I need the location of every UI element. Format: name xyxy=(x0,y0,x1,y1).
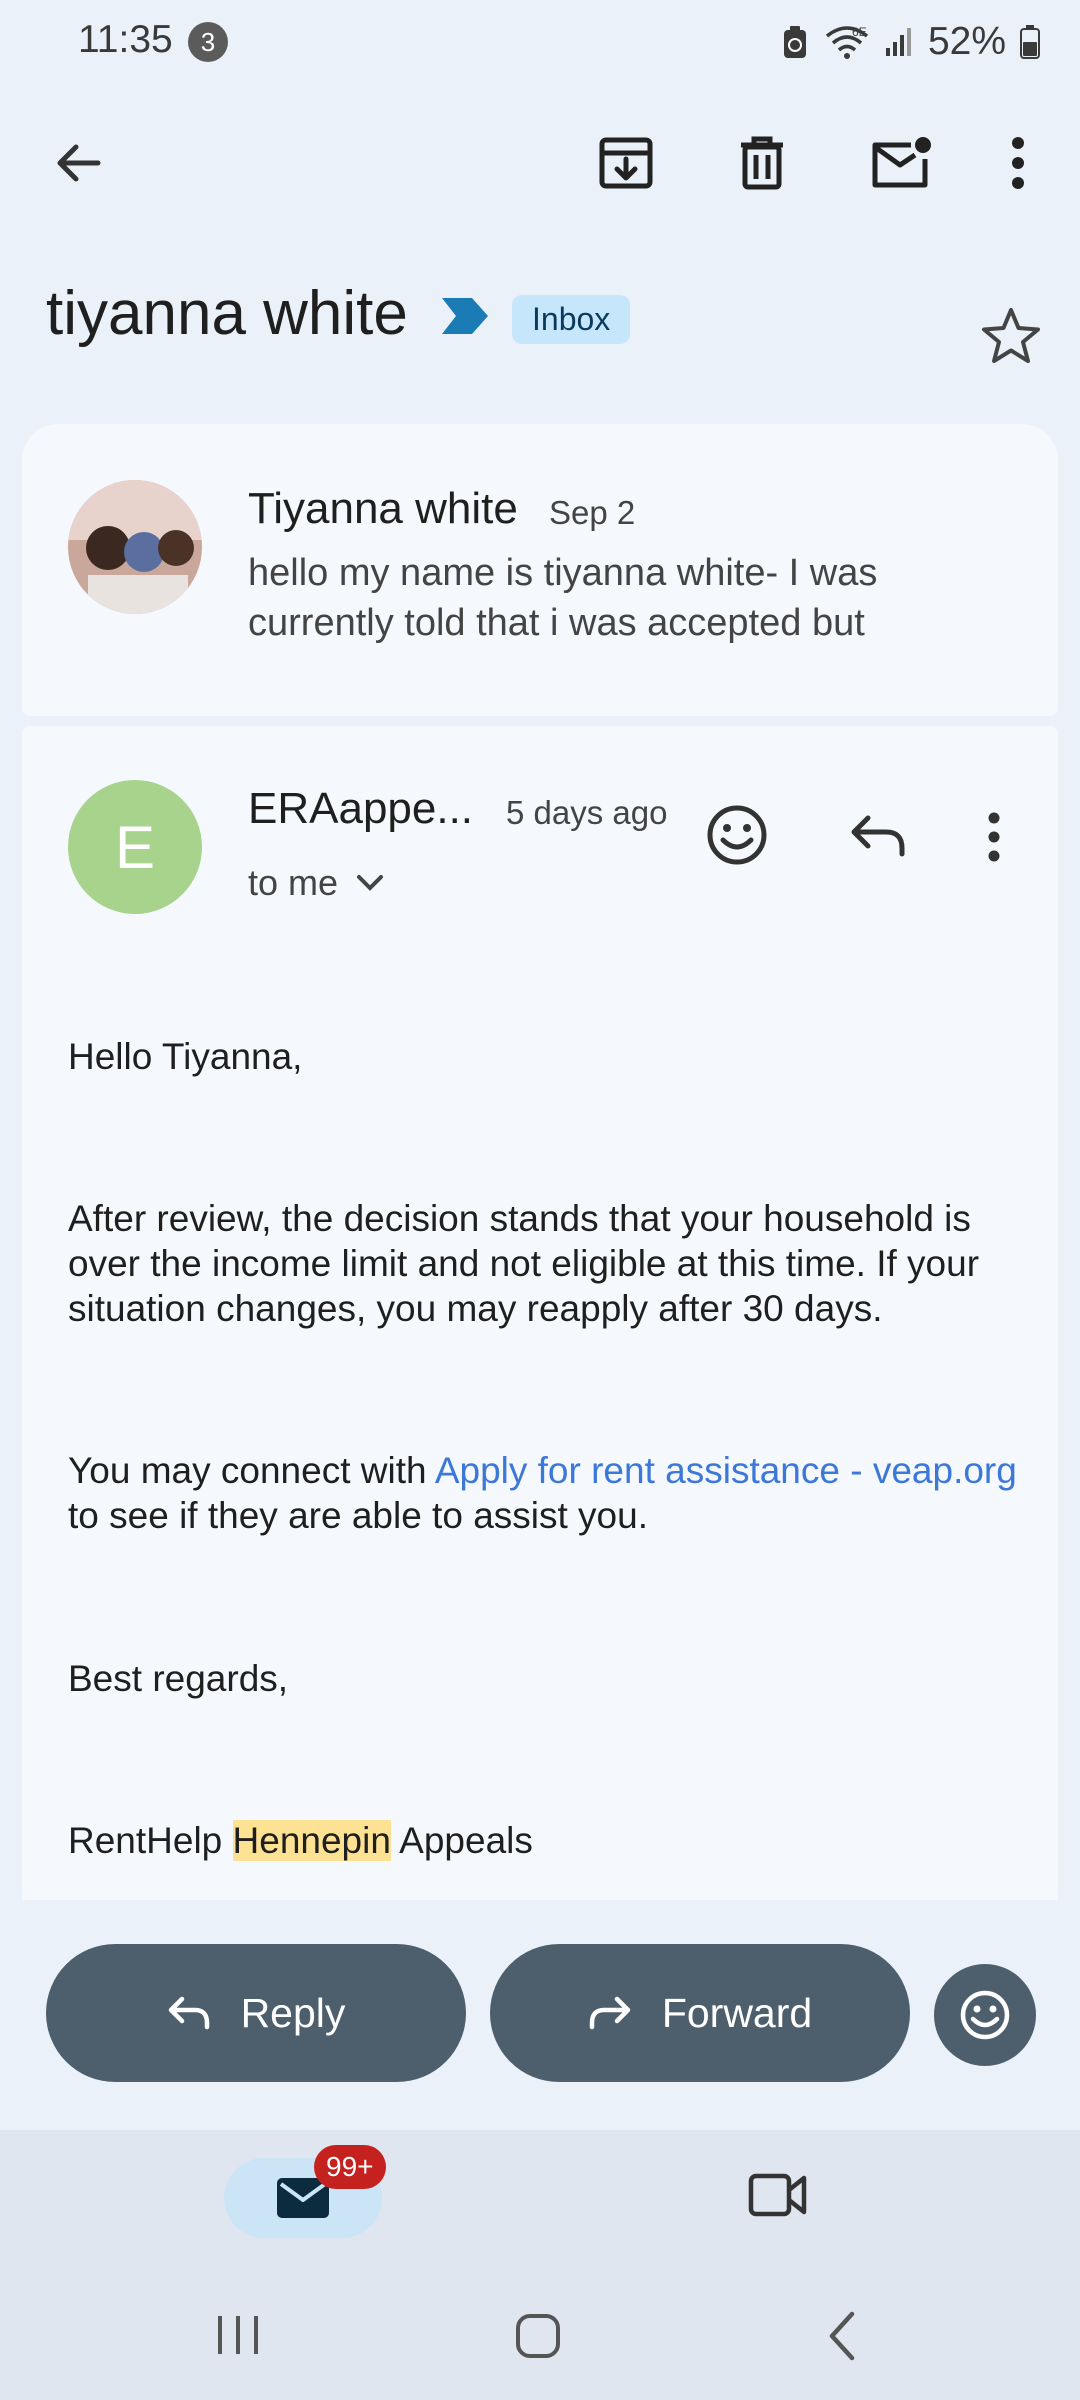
body-closing: Best regards, xyxy=(68,1658,289,1699)
recipient-details-toggle[interactable]: to me xyxy=(248,862,384,904)
star-icon xyxy=(982,308,1040,363)
video-camera-icon xyxy=(748,2173,807,2217)
delete-icon xyxy=(741,136,783,190)
referral-text-after: to see if they are able to assist you. xyxy=(68,1495,648,1536)
forward-label: Forward xyxy=(661,1989,813,2036)
react-emoji-button[interactable] xyxy=(706,804,768,871)
profile-photo-icon xyxy=(68,480,202,614)
body-paragraph-referral: You may connect with Apply for rent assi… xyxy=(68,1448,1028,1538)
reply-label: Reply xyxy=(240,1989,346,2036)
emoji-icon xyxy=(960,1990,1010,2040)
search-highlight: Hennepin xyxy=(232,1820,391,1861)
sender-avatar-letter[interactable]: E xyxy=(68,780,202,914)
more-vert-icon xyxy=(988,812,1000,862)
email-subject: tiyanna white xyxy=(46,279,408,348)
message-more-button[interactable] xyxy=(986,812,1002,867)
svg-text:6E: 6E xyxy=(852,25,867,39)
important-marker-icon[interactable] xyxy=(440,296,490,336)
sender-name: ERAappe... xyxy=(248,784,474,833)
forward-icon xyxy=(589,1996,631,2030)
body-signature: RentHelp Hennepin Appeals xyxy=(68,1818,1028,1863)
notification-count-badge: 3 xyxy=(188,22,228,62)
home-icon xyxy=(516,2314,560,2358)
recents-icon xyxy=(218,2316,258,2354)
unread-count-badge: 99+ xyxy=(314,2145,386,2189)
recycle-icon xyxy=(783,26,806,58)
battery-icon xyxy=(1020,25,1040,59)
chevron-left-icon xyxy=(829,2311,855,2361)
message-date: Sep 2 xyxy=(549,494,636,531)
back-button[interactable] xyxy=(40,125,116,201)
veap-link[interactable]: Apply for rent assistance - veap.org xyxy=(435,1450,1017,1491)
more-options-button[interactable] xyxy=(980,125,1056,201)
sender-avatar-photo[interactable] xyxy=(68,480,202,614)
home-button[interactable] xyxy=(514,2312,562,2365)
wifi-icon: 6E xyxy=(825,25,869,59)
body-greeting: Hello Tiyanna, xyxy=(68,1036,303,1077)
inbox-label[interactable]: Inbox xyxy=(512,295,631,344)
archive-icon xyxy=(599,137,653,189)
recipient-text: to me xyxy=(248,862,339,903)
reply-icon xyxy=(168,1996,209,2030)
reply-inline-button[interactable] xyxy=(848,812,906,863)
message-snippet: hello my name is tiyanna white- I was cu… xyxy=(248,552,878,644)
system-back-button[interactable] xyxy=(824,2310,860,2367)
sender-name: Tiyanna white xyxy=(248,484,518,533)
forward-button[interactable]: Forward xyxy=(490,1944,910,2082)
nav-meet-tab[interactable] xyxy=(748,2170,808,2225)
message-date: 5 days ago xyxy=(506,794,668,831)
signal-icon xyxy=(885,28,911,56)
recents-button[interactable] xyxy=(210,2312,266,2363)
back-arrow-icon xyxy=(57,144,101,182)
status-icons: 6E 52% xyxy=(780,20,1040,64)
signature-text-end: Appeals xyxy=(390,1820,533,1861)
body-paragraph-decision: After review, the decision stands that y… xyxy=(68,1198,980,1329)
status-time: 11:35 xyxy=(78,18,173,61)
chevron-down-icon xyxy=(357,875,384,891)
star-button[interactable] xyxy=(980,306,1042,371)
reply-icon xyxy=(851,815,905,857)
more-vert-icon xyxy=(1012,137,1024,189)
delete-button[interactable] xyxy=(724,125,800,201)
battery-percent: 52% xyxy=(927,20,1006,63)
signature-text: RentHelp xyxy=(68,1820,233,1861)
emoji-icon xyxy=(707,805,767,865)
referral-text-before: You may connect with xyxy=(68,1450,435,1491)
reply-button[interactable]: Reply xyxy=(46,1944,466,2082)
mark-unread-button[interactable] xyxy=(862,125,938,201)
mark-unread-icon xyxy=(872,137,931,188)
emoji-reaction-button[interactable] xyxy=(934,1964,1036,2066)
archive-button[interactable] xyxy=(588,125,664,201)
